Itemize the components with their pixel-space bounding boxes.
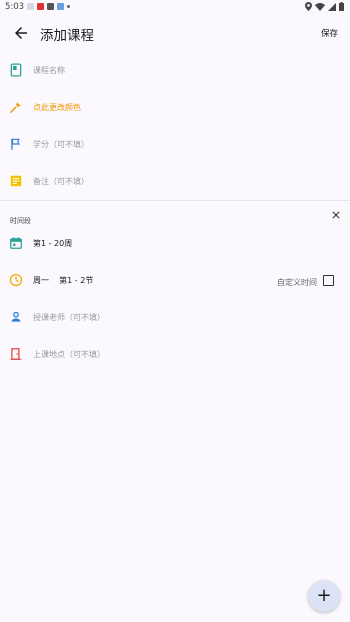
teacher-row[interactable]: 授课老师（可不填） (0, 305, 350, 331)
color-row[interactable]: 点此更改颜色 (0, 95, 350, 121)
app-bar: 添加课程 保存 (0, 18, 350, 48)
save-button[interactable]: 保存 (321, 27, 338, 39)
note-row[interactable]: 备注（可不填） (0, 169, 350, 195)
person-icon (11, 311, 21, 322)
note-icon (10, 175, 22, 187)
course-name-row[interactable]: 课程名称 (0, 58, 350, 84)
custom-time-checkbox[interactable] (323, 275, 334, 286)
calendar-icon (10, 237, 22, 249)
signal-icon (328, 2, 336, 11)
status-bar: 5:03 (0, 0, 350, 14)
flag-icon (11, 138, 20, 150)
notification-icons (27, 3, 70, 10)
system-icons (305, 2, 344, 11)
book-icon (10, 63, 22, 77)
battery-icon (339, 2, 344, 11)
color-picker-icon (10, 102, 21, 113)
custom-time-label: 自定义时间 (277, 278, 317, 287)
location-row[interactable]: 上课地点（可不填） (0, 342, 350, 368)
page-title: 添加课程 (40, 28, 94, 44)
wifi-icon (315, 2, 325, 11)
app-notification-icon (47, 3, 54, 10)
course-name-input[interactable]: 课程名称 (33, 65, 65, 76)
close-icon[interactable] (331, 210, 341, 220)
weeks-value[interactable]: 第1 - 20周 (33, 238, 72, 249)
teacher-input[interactable]: 授课老师（可不填） (33, 312, 105, 323)
back-arrow-icon[interactable] (12, 24, 30, 42)
credit-row[interactable]: 学分（可不填） (0, 132, 350, 158)
app-notification-icon (27, 3, 34, 10)
credit-input[interactable]: 学分（可不填） (33, 139, 89, 150)
location-input[interactable]: 上课地点（可不填） (33, 349, 105, 360)
change-color-button[interactable]: 点此更改颜色 (33, 102, 81, 113)
door-icon (10, 348, 22, 360)
app-notification-icon (57, 3, 64, 10)
status-time: 5:03 (5, 2, 25, 12)
section-divider (0, 200, 350, 201)
time-section-label: 时间段 (10, 217, 31, 225)
weeks-row[interactable]: 第1 - 20周 (0, 231, 350, 257)
day-period-value[interactable]: 周一 第1 - 2节 (33, 275, 93, 286)
location-status-icon (305, 2, 312, 11)
note-input[interactable]: 备注（可不填） (33, 176, 89, 187)
add-time-slot-button[interactable]: + (308, 580, 340, 612)
clock-icon (9, 273, 23, 287)
more-notifications-icon (67, 5, 70, 8)
app-notification-icon (37, 3, 44, 10)
